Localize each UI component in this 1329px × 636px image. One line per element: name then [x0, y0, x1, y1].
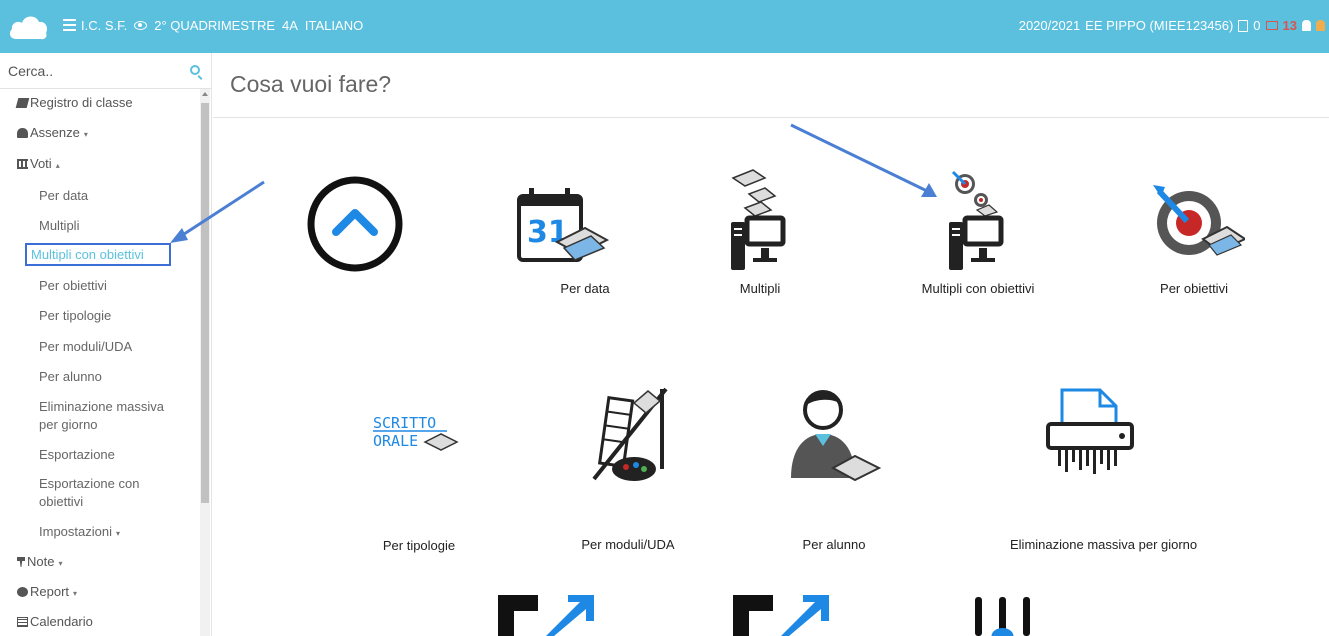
hamburger-menu-icon[interactable] — [63, 19, 76, 31]
sidebar-item-label: per giorno — [39, 417, 98, 432]
tile-label: Multipli con obiettivi — [921, 281, 1035, 296]
sidebar-item-per-data[interactable]: Per data — [39, 188, 211, 203]
top-bar: I.C. S.F. 2° QUADRIMESTRE 4A ITALIANO 20… — [0, 0, 1329, 53]
search-box — [0, 53, 211, 89]
context-breadcrumb: I.C. S.F. 2° QUADRIMESTRE 4A ITALIANO — [81, 18, 363, 33]
sidebar-item-label: Registro di classe — [30, 95, 133, 110]
calendar-icon — [17, 617, 28, 627]
sidebar-item-label: Impostazioni — [39, 524, 112, 539]
documents-count: 0 — [1253, 18, 1261, 33]
tile-label: Per moduli/UDA — [581, 537, 675, 552]
user-info: 2020/2021 EE PIPPO (MIEE123456) 0 13 — [1019, 18, 1325, 33]
eye-icon — [134, 21, 148, 30]
user-name[interactable]: EE PIPPO (MIEE123456) — [1085, 18, 1233, 33]
tile-label: Per tipologie — [382, 538, 456, 553]
calendar-graduation-icon: 31 — [517, 188, 609, 262]
caret-down-icon: ▾ — [115, 529, 120, 538]
pie-chart-icon — [17, 587, 28, 597]
sidebar-item-voti[interactable]: Voti ▴ — [17, 156, 211, 171]
sidebar-item-registro[interactable]: Registro di classe — [15, 95, 211, 110]
search-icon[interactable] — [190, 65, 200, 75]
divider — [213, 117, 1329, 118]
sidebar-item-label: Voti — [30, 156, 52, 171]
computer-graduation-icon — [731, 169, 786, 270]
sidebar-item-label: Esportazione con — [39, 476, 140, 491]
sidebar-item-per-obiettivi[interactable]: Per obiettivi — [39, 278, 211, 293]
tile-label: Per alunno — [802, 537, 866, 552]
sidebar-item-multipli[interactable]: Multipli — [39, 218, 211, 233]
gift-icon[interactable] — [1316, 20, 1325, 31]
book-icon — [15, 98, 30, 108]
bank-icon — [17, 159, 28, 169]
sidebar-item-label: Calendario — [30, 614, 93, 629]
tile-label: Per obiettivi — [1160, 281, 1228, 296]
pin-icon — [17, 557, 25, 567]
main-content: Cosa vuoi fare? 31 Per data Multipli Mul… — [213, 53, 1329, 636]
sidebar-item-report[interactable]: Report ▾ — [17, 584, 211, 599]
sidebar-item-calendario[interactable]: Calendario — [17, 614, 211, 629]
sidebar: Registro di classe Assenze▾ Voti▴ Per da… — [0, 53, 212, 636]
caret-down-icon: ▾ — [58, 559, 63, 568]
school-year[interactable]: 2020/2021 — [1019, 18, 1080, 33]
envelope-icon[interactable] — [1265, 21, 1278, 30]
sidebar-item-label: Eliminazione massiva — [39, 399, 164, 414]
sidebar-item-assenze[interactable]: Assenze ▾ — [17, 125, 211, 140]
orale-text: ORALE — [373, 432, 418, 450]
page-title: Cosa vuoi fare? — [230, 71, 392, 97]
sidebar-item-label: obiettivi — [39, 494, 84, 509]
period-label[interactable]: 2° QUADRIMESTRE — [154, 18, 275, 33]
sidebar-item-per-tipologie[interactable]: Per tipologie — [39, 308, 211, 323]
shredder-icon — [1046, 388, 1134, 474]
scritto-text: SCRITTO — [373, 414, 436, 432]
tile-label: Per data — [560, 281, 610, 296]
sidebar-item-note[interactable]: Note ▾ — [17, 554, 211, 569]
sidebar-item-per-alunno[interactable]: Per alunno — [39, 369, 211, 384]
target-icon — [1153, 185, 1245, 256]
export-objectives-icon[interactable] — [733, 595, 829, 636]
user-icon[interactable] — [1302, 20, 1311, 31]
sidebar-item-esportazione-obiettivi[interactable]: Esportazione con obiettivi — [39, 476, 211, 509]
caret-down-icon: ▾ — [83, 130, 88, 139]
sidebar-item-multipli-obiettivi[interactable]: Multipli con obiettivi — [25, 243, 171, 266]
settings-sliders-icon[interactable] — [973, 597, 1033, 636]
user-icon — [17, 128, 28, 138]
subject-label[interactable]: ITALIANO — [305, 18, 363, 33]
sidebar-item-esportazione[interactable]: Esportazione — [39, 447, 211, 462]
pisa-tower-icon — [592, 387, 668, 481]
tile-label: Multipli — [739, 281, 781, 296]
scritto-orale-icon: SCRITTO ORALE — [373, 414, 459, 451]
search-input[interactable] — [0, 53, 185, 89]
scroll-top-button[interactable] — [306, 175, 404, 273]
sidebar-item-label: Assenze — [30, 125, 80, 140]
sidebar-item-label: Note — [27, 554, 55, 569]
computer-target-icon — [949, 170, 1004, 270]
caret-down-icon: ▾ — [73, 589, 78, 598]
export-icon[interactable] — [498, 595, 594, 636]
mail-count: 13 — [1282, 18, 1297, 33]
sidebar-item-eliminazione[interactable]: Eliminazione massiva per giorno — [39, 399, 211, 432]
class-label[interactable]: 4A — [282, 18, 298, 33]
sidebar-item-impostazioni[interactable]: Impostazioni ▾ — [39, 524, 211, 539]
cloud-logo-icon[interactable] — [8, 9, 48, 45]
document-icon[interactable] — [1238, 19, 1249, 32]
tile-label: Eliminazione massiva per giorno — [1010, 537, 1198, 552]
sidebar-item-label: Report — [30, 584, 70, 599]
caret-up-icon: ▴ — [55, 161, 60, 170]
sidebar-item-per-moduli[interactable]: Per moduli/UDA — [39, 339, 211, 354]
student-icon — [791, 390, 882, 482]
school-label[interactable]: I.C. S.F. — [81, 18, 127, 33]
